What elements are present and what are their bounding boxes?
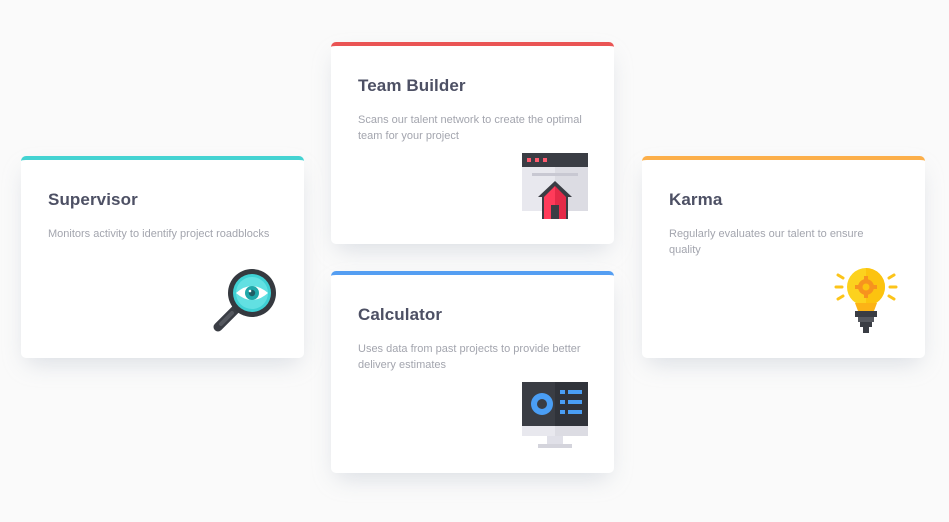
magnifier-eye-icon xyxy=(212,267,278,333)
card-title: Team Builder xyxy=(358,76,466,95)
card-description: Regularly evaluates our talent to ensure… xyxy=(669,228,864,256)
card-description: Uses data from past projects to provide … xyxy=(358,343,581,371)
card-title: Calculator xyxy=(358,305,443,324)
features-grid: Supervisor Monitors activity to identify… xyxy=(0,0,949,522)
card-title: Karma xyxy=(669,190,723,209)
card-title: Supervisor xyxy=(48,190,138,209)
card-team-builder: Team Builder Scans our talent network to… xyxy=(331,42,614,244)
monitor-chart-icon xyxy=(522,382,588,448)
card-description: Monitors activity to identify project ro… xyxy=(48,228,270,240)
browser-house-icon xyxy=(522,153,588,219)
lightbulb-icon xyxy=(833,267,899,333)
card-karma: Karma Regularly evaluates our talent to … xyxy=(642,156,925,358)
card-description: Scans our talent network to create the o… xyxy=(358,114,582,142)
card-supervisor: Supervisor Monitors activity to identify… xyxy=(21,156,304,358)
card-calculator: Calculator Uses data from past projects … xyxy=(331,271,614,473)
